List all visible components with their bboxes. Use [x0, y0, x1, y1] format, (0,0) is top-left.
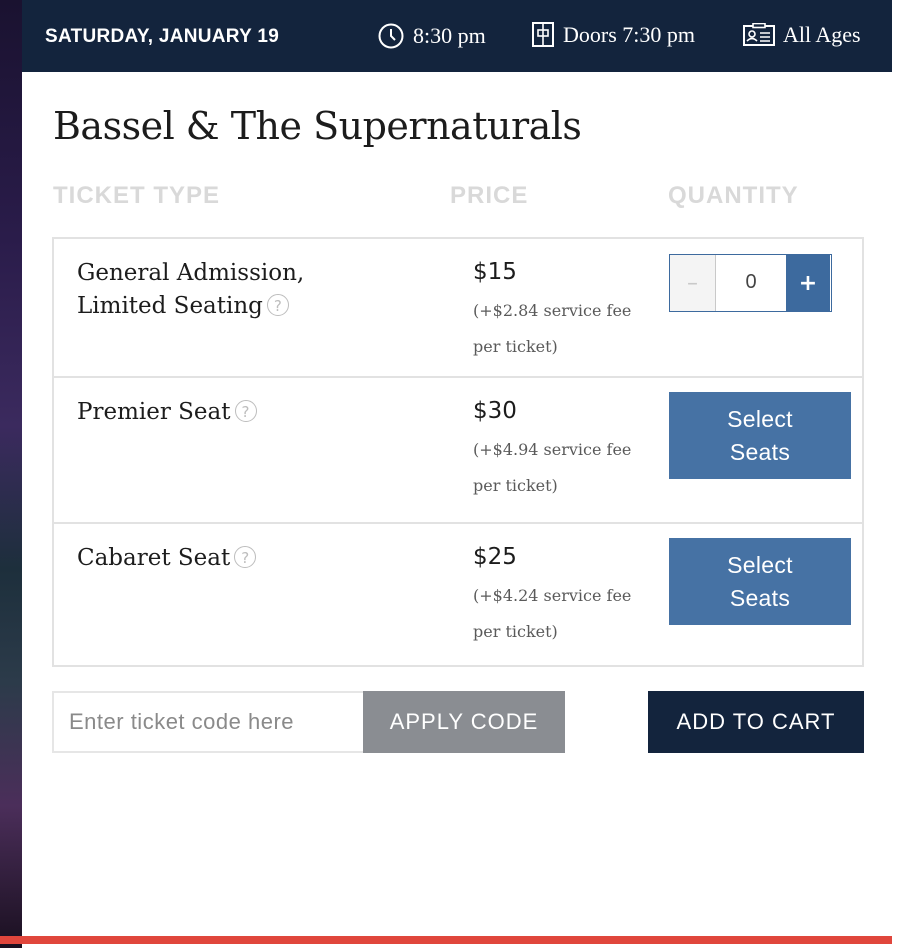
- select-seats-button[interactable]: Select Seats: [669, 538, 851, 625]
- ticket-panel: SATURDAY, JANUARY 19 8:30 pm Doors 7:30 …: [22, 0, 892, 948]
- ticket-row: Cabaret Seat? $25 (+$4.24 service fee pe…: [54, 522, 862, 669]
- decrease-quantity-button[interactable]: –: [670, 255, 716, 311]
- door-icon: [531, 22, 555, 48]
- ticket-name-text: Cabaret Seat: [77, 545, 231, 571]
- increase-quantity-button[interactable]: +: [786, 255, 830, 311]
- help-icon[interactable]: ?: [234, 546, 257, 568]
- column-header-quantity: QUANTITY: [668, 182, 799, 209]
- ticket-table: General Admission, Limited Seating? $15 …: [52, 237, 864, 667]
- doors-time: Doors 7:30 pm: [531, 22, 695, 48]
- service-fee: (+$2.84 service fee per ticket): [473, 301, 632, 356]
- apply-code-button[interactable]: APPLY CODE: [363, 691, 565, 753]
- ticket-name: General Admission, Limited Seating?: [77, 257, 377, 323]
- help-icon[interactable]: ?: [234, 400, 257, 422]
- event-title: Bassel & The Supernaturals: [53, 104, 582, 148]
- add-to-cart-button[interactable]: ADD TO CART: [648, 691, 864, 753]
- time-text: 8:30 pm: [413, 23, 486, 48]
- age-restriction: All Ages: [743, 22, 861, 48]
- event-info-bar: SATURDAY, JANUARY 19 8:30 pm Doors 7:30 …: [22, 0, 892, 72]
- event-time: 8:30 pm: [377, 22, 486, 50]
- service-fee: (+$4.94 service fee per ticket): [473, 440, 632, 495]
- id-card-icon: [743, 23, 775, 47]
- column-header-ticket-type: TICKET TYPE: [53, 182, 221, 209]
- ticket-price: $30: [473, 398, 517, 424]
- ticket-price: $25: [473, 544, 517, 570]
- quantity-stepper: – 0 +: [669, 254, 832, 312]
- background-photo-strip: [0, 0, 22, 948]
- ticket-code-input[interactable]: [52, 691, 363, 753]
- ticket-name-text: Premier Seat: [77, 399, 231, 425]
- column-header-price: PRICE: [450, 182, 529, 209]
- ticket-row: Premier Seat? $30 (+$4.94 service fee pe…: [54, 376, 862, 524]
- ages-text: All Ages: [783, 22, 861, 47]
- help-icon[interactable]: ?: [266, 294, 289, 316]
- doors-text: Doors 7:30 pm: [563, 22, 695, 47]
- clock-icon: [377, 22, 405, 50]
- event-date: SATURDAY, JANUARY 19: [45, 26, 280, 47]
- select-seats-button[interactable]: Select Seats: [669, 392, 851, 479]
- ticket-name: Cabaret Seat?: [77, 542, 377, 575]
- ticket-row: General Admission, Limited Seating? $15 …: [54, 239, 862, 376]
- quantity-input[interactable]: 0: [716, 255, 786, 311]
- accent-bar: [0, 936, 892, 944]
- ticket-name: Premier Seat?: [77, 396, 377, 429]
- ticket-price: $15: [473, 259, 517, 285]
- service-fee: (+$4.24 service fee per ticket): [473, 586, 632, 641]
